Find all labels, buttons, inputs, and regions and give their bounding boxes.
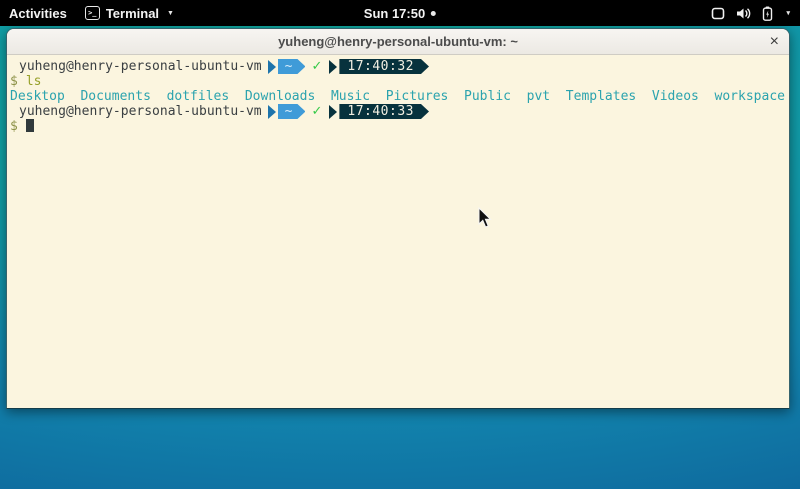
directory-item: Pictures xyxy=(386,89,449,104)
powerline-arrow-icon xyxy=(268,60,276,74)
terminal-window: yuheng@henry-personal-ubuntu-vm: ~ × yuh… xyxy=(6,28,790,409)
top-bar: Activities >_ Terminal ▼ Sun 17:50 xyxy=(0,0,800,26)
directory-item: Music xyxy=(331,89,370,104)
status-check-icon: ✓ xyxy=(311,104,322,119)
cwd-segment: ~ xyxy=(278,104,306,119)
powerline-arrow-icon xyxy=(329,105,337,119)
prompt-host: yuheng@henry-personal-ubuntu-vm xyxy=(19,59,262,74)
powerline-arrow-icon xyxy=(268,105,276,119)
activities-button[interactable]: Activities xyxy=(0,0,76,26)
terminal-content[interactable]: yuheng@henry-personal-ubuntu-vm ~ ✓ 17:4… xyxy=(7,56,789,408)
desktop-background: yuheng@henry-personal-ubuntu-vm: ~ × yuh… xyxy=(0,26,800,489)
directory-item: Templates xyxy=(566,89,636,104)
desktop-screen: Activities >_ Terminal ▼ Sun 17:50 xyxy=(0,0,800,489)
directory-item: dotfiles xyxy=(167,89,230,104)
prompt-line: yuheng@henry-personal-ubuntu-vm ~ ✓ 17:4… xyxy=(10,104,789,119)
directory-item: Public xyxy=(464,89,511,104)
terminal-app-icon: >_ xyxy=(85,6,100,20)
time-segment: 17:40:33 xyxy=(339,104,429,119)
directory-listing: Desktop Documents dotfiles Downloads Mus… xyxy=(10,89,789,104)
clock-label: Sun 17:50 xyxy=(364,6,425,21)
chevron-down-icon: ▾ xyxy=(786,9,790,17)
close-button[interactable]: × xyxy=(770,31,779,53)
directory-item: Documents xyxy=(80,89,150,104)
screen-icon xyxy=(711,7,725,20)
directory-item: Videos xyxy=(652,89,699,104)
battery-charging-icon xyxy=(762,6,773,21)
notification-dot-icon xyxy=(431,11,436,16)
shell-prompt-symbol: $ xyxy=(10,119,18,134)
app-menu-label: Terminal xyxy=(106,6,159,21)
directory-item: Desktop xyxy=(10,89,65,104)
titlebar[interactable]: yuheng@henry-personal-ubuntu-vm: ~ × xyxy=(7,29,789,55)
terminal-cursor xyxy=(26,119,34,132)
directory-item: pvt xyxy=(527,89,550,104)
volume-icon xyxy=(736,7,751,20)
system-tray-button[interactable]: ▾ xyxy=(701,0,800,26)
command-line: $ ls xyxy=(10,74,789,89)
directory-item: Downloads xyxy=(245,89,315,104)
shell-prompt-symbol: $ xyxy=(10,74,18,89)
input-line: $ xyxy=(10,119,789,134)
window-title: yuheng@henry-personal-ubuntu-vm: ~ xyxy=(278,34,518,49)
powerline-arrow-icon xyxy=(329,60,337,74)
typed-command: ls xyxy=(26,74,42,89)
prompt-host: yuheng@henry-personal-ubuntu-vm xyxy=(19,104,262,119)
directory-item: workspace xyxy=(715,89,785,104)
app-menu-button[interactable]: >_ Terminal ▼ xyxy=(76,0,183,26)
clock-button[interactable]: Sun 17:50 xyxy=(364,0,436,26)
time-segment: 17:40:32 xyxy=(339,59,429,74)
chevron-down-icon: ▼ xyxy=(167,10,174,17)
prompt-line: yuheng@henry-personal-ubuntu-vm ~ ✓ 17:4… xyxy=(10,59,789,74)
status-check-icon: ✓ xyxy=(311,59,322,74)
cwd-segment: ~ xyxy=(278,59,306,74)
